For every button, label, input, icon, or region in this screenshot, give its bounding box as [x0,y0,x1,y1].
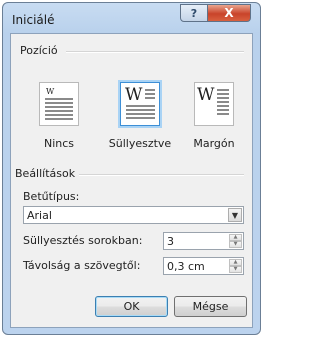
option-none[interactable]: W [39,82,79,126]
distance-label: Távolság a szövegtől: [23,259,141,272]
distance-value: 0,3 cm [167,260,205,273]
lines-to-drop-spinner[interactable]: 3 ▲ ▼ [163,232,244,250]
small-w-glyph: W [46,87,55,96]
settings-group-label: Beállítások [15,167,76,180]
spin-down-icon[interactable]: ▼ [229,241,242,248]
close-button[interactable]: X [207,4,251,22]
option-margin[interactable]: W [194,82,234,126]
font-select-value: Arial [27,209,52,222]
lines-to-drop-value: 3 [167,235,174,248]
spin-down-icon[interactable]: ▼ [229,266,242,273]
position-separator [66,51,244,53]
position-group-label: Pozíció [20,44,58,57]
option-margin-label: Margón [193,137,235,150]
chevron-down-icon: ▼ [231,210,239,220]
font-select[interactable]: Arial ▼ [23,206,244,224]
dropdown-button[interactable]: ▼ [228,208,242,222]
help-button[interactable]: ? [180,4,208,22]
dialog-title: Iniciálé [12,13,55,27]
spin-up-icon[interactable]: ▲ [229,234,242,241]
settings-separator [79,174,244,176]
option-dropped[interactable]: W [120,82,160,126]
lines-to-drop-label: Süllyesztés sorokban: [23,234,143,247]
distance-spin-buttons: ▲ ▼ [229,259,242,273]
margin-w-glyph: W [197,85,215,105]
font-label: Betűtípus: [23,190,80,203]
ok-button[interactable]: OK [95,296,168,317]
option-dropped-label: Süllyesztve [108,137,172,150]
option-none-label: Nincs [43,137,75,150]
dialog-body: Pozíció W W W Nincs Süllyesztve Margón B… [10,33,253,328]
title-bar[interactable]: Iniciálé ? X [3,3,260,33]
lines-spin-buttons: ▲ ▼ [229,234,242,248]
help-icon: ? [190,6,198,20]
spin-up-icon[interactable]: ▲ [229,259,242,266]
dropcap-dialog: Iniciálé ? X Pozíció W W W Nincs Süllyes… [2,2,261,335]
close-icon: X [224,6,234,20]
cancel-button[interactable]: Mégse [174,296,247,317]
distance-spinner[interactable]: 0,3 cm ▲ ▼ [163,257,244,275]
drop-w-glyph: W [125,85,143,105]
